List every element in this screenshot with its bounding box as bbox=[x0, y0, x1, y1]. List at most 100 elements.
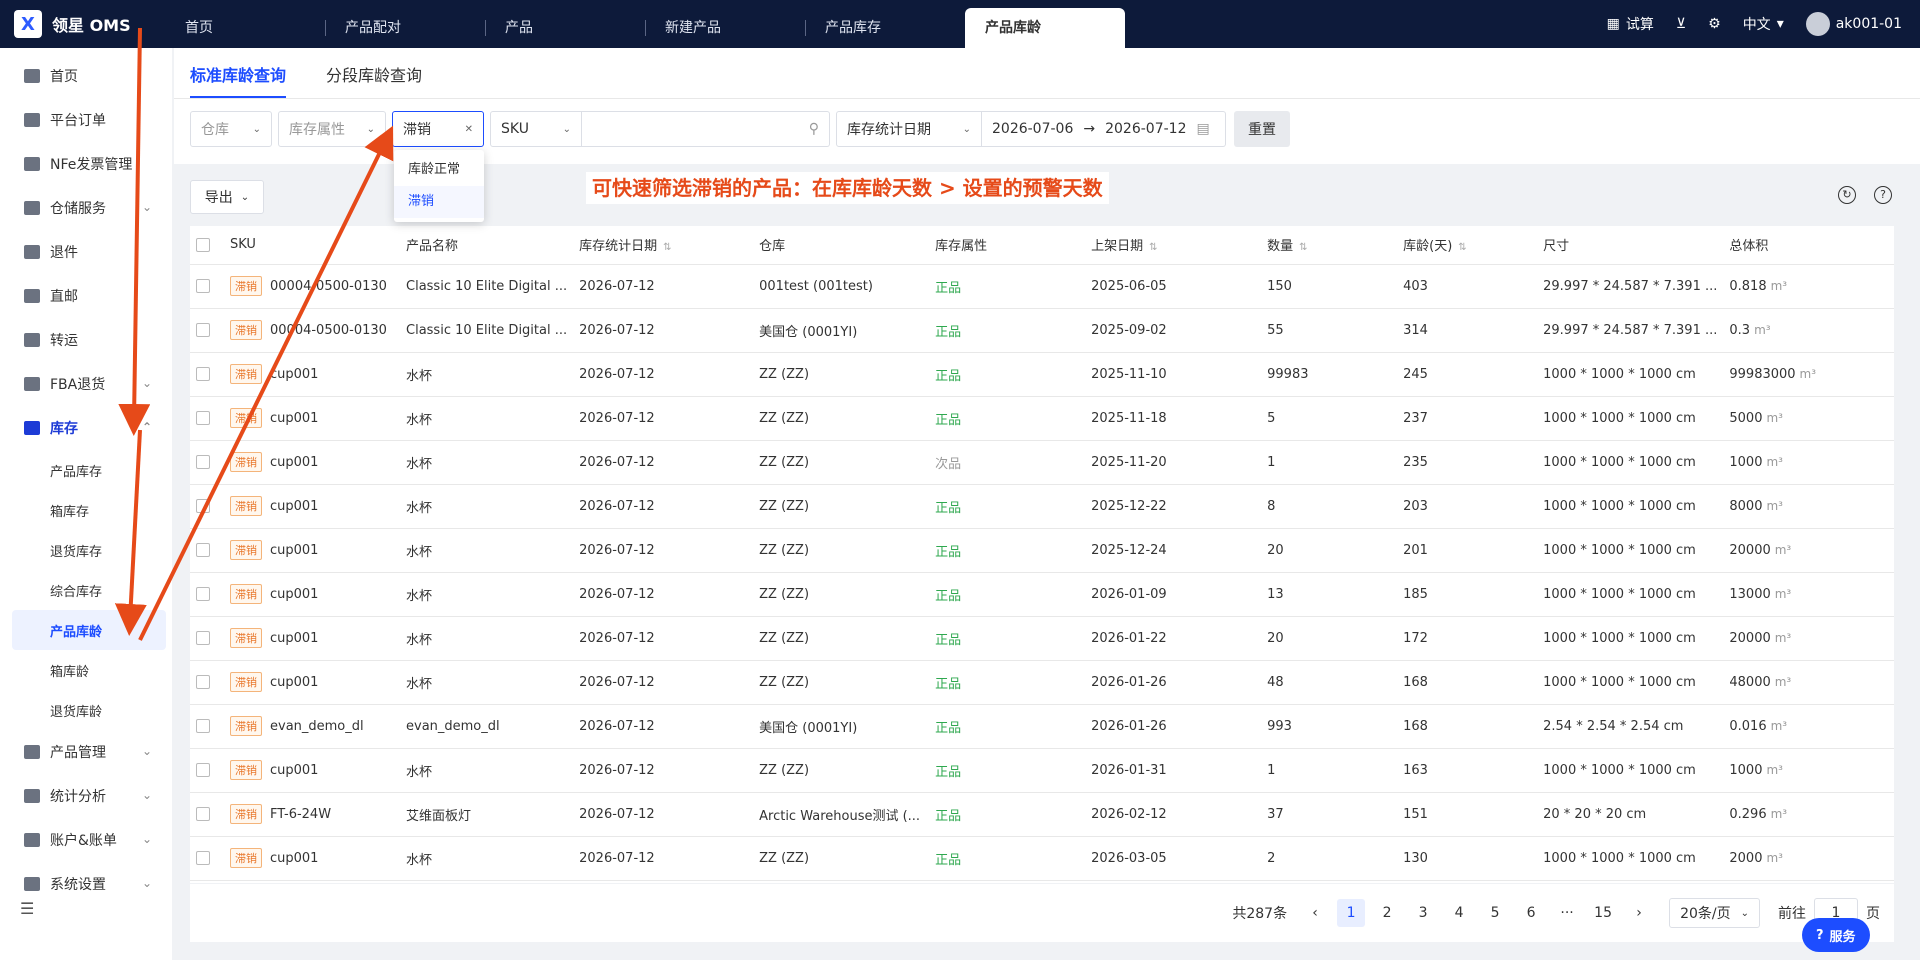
sidebar-sub-product-stock[interactable]: 产品库存 bbox=[0, 450, 172, 490]
tab-product[interactable]: 产品 bbox=[485, 8, 645, 48]
cell-quantity: 1 bbox=[1261, 748, 1398, 793]
search-icon[interactable]: ⚲ bbox=[809, 121, 819, 137]
tab-product-pairing[interactable]: 产品配对 bbox=[325, 8, 485, 48]
volume-unit: m³ bbox=[1774, 674, 1792, 689]
tab-product-aging[interactable]: 产品库龄 bbox=[965, 8, 1125, 48]
cell-quantity: 55 bbox=[1261, 308, 1398, 353]
warehouse-select[interactable]: 仓库 ⌄ bbox=[190, 111, 272, 147]
row-checkbox[interactable] bbox=[196, 323, 210, 337]
cell-age-days: 151 bbox=[1397, 792, 1538, 837]
sidebar-item-nfe-invoice[interactable]: NFe发票管理 bbox=[0, 142, 172, 186]
sidebar-item-transfer[interactable]: 转运 bbox=[0, 318, 172, 362]
tab-new-product[interactable]: 新建产品 bbox=[645, 8, 805, 48]
sidebar-item-accounts[interactable]: 账户&账单 ⌄ bbox=[0, 818, 172, 862]
sidebar-sub-product-aging[interactable]: 产品库龄 bbox=[12, 610, 166, 650]
page-4[interactable]: 4 bbox=[1445, 899, 1473, 927]
sidebar-item-fba-returns[interactable]: FBA退货 ⌄ bbox=[0, 362, 172, 406]
language-select[interactable]: 中文 ▾ bbox=[1743, 14, 1784, 34]
help-icon[interactable]: ? bbox=[1874, 186, 1892, 204]
row-checkbox[interactable] bbox=[196, 631, 210, 645]
sidebar-sub-combined-stock[interactable]: 综合库存 bbox=[0, 570, 172, 610]
stock-attr-select[interactable]: 库存属性 ⌄ bbox=[278, 111, 386, 147]
download-button[interactable]: ⊻ bbox=[1676, 16, 1686, 32]
menu-collapse-icon[interactable]: ☰ bbox=[20, 899, 34, 918]
date-type-select[interactable]: 库存统计日期 ⌄ bbox=[836, 111, 982, 147]
page-15[interactable]: 15 bbox=[1589, 899, 1617, 927]
aging-table: SKU 产品名称 库存统计日期 ⇅ 仓库 库存属性 上架日期 ⇅ 数量 ⇅ 库龄(天)… bbox=[190, 226, 1894, 883]
row-checkbox[interactable] bbox=[196, 807, 210, 821]
sidebar-item-warehouse-service[interactable]: 仓储服务 ⌄ bbox=[0, 186, 172, 230]
sku-type-select[interactable]: SKU ⌄ bbox=[490, 111, 582, 147]
page-3[interactable]: 3 bbox=[1409, 899, 1437, 927]
page-2[interactable]: 2 bbox=[1373, 899, 1401, 927]
arrow-right-icon: → bbox=[1083, 121, 1096, 137]
page-ellipsis[interactable]: ··· bbox=[1553, 899, 1581, 927]
cell-product-name: Classic 10 Elite Digital ... bbox=[400, 308, 574, 353]
row-checkbox[interactable] bbox=[196, 499, 210, 513]
export-button[interactable]: 导出 ⌄ bbox=[190, 180, 264, 214]
option-aging-normal[interactable]: 库龄正常 bbox=[394, 154, 484, 186]
clear-icon[interactable]: ✕ bbox=[465, 124, 473, 135]
service-button[interactable]: ? 服务 bbox=[1802, 918, 1870, 952]
page-size-select[interactable]: 20条/页 ⌄ bbox=[1669, 898, 1760, 928]
cell-warehouse: 美国仓 (0001YI) bbox=[753, 308, 930, 353]
col-quantity[interactable]: 数量 ⇅ bbox=[1261, 226, 1398, 265]
row-checkbox[interactable] bbox=[196, 279, 210, 293]
row-checkbox[interactable] bbox=[196, 455, 210, 469]
volume-unit: m³ bbox=[1766, 498, 1783, 513]
table-row: 滞销 cup001 水杯 2026-07-12 ZZ (ZZ) 正品 2026-01-31 1… bbox=[190, 748, 1894, 793]
sidebar-item-returns[interactable]: 退件 bbox=[0, 230, 172, 274]
cell-sku: 滞销 cup001 bbox=[224, 748, 400, 793]
reset-button[interactable]: 重置 bbox=[1234, 111, 1290, 147]
aging-status-select[interactable]: 滞销 ✕ bbox=[392, 111, 484, 147]
tab-segmented-aging[interactable]: 分段库龄查询 bbox=[326, 62, 422, 98]
tab-home[interactable]: 首页 bbox=[165, 8, 325, 48]
calc-button[interactable]: ▦ 试算 bbox=[1607, 14, 1654, 34]
col-stat-date[interactable]: 库存统计日期 ⇅ bbox=[573, 226, 754, 265]
option-slow-moving[interactable]: 滞销 bbox=[394, 186, 484, 218]
sidebar-item-product-management[interactable]: 产品管理 ⌄ bbox=[0, 730, 172, 774]
page-1[interactable]: 1 bbox=[1337, 899, 1366, 927]
cell-sku: 滞销 00004-0500-0130 bbox=[224, 264, 400, 309]
prev-page-button[interactable]: ‹ bbox=[1301, 899, 1329, 927]
user-menu[interactable]: ak001-01 bbox=[1805, 12, 1902, 36]
sidebar-sub-return-aging[interactable]: 退货库龄 bbox=[0, 690, 172, 730]
divider bbox=[174, 98, 1920, 99]
cell-sku: 滞销 cup001 bbox=[224, 528, 400, 573]
date-range-picker[interactable]: 2026-07-06 → 2026-07-12 ▤ bbox=[982, 111, 1226, 147]
cell-stat-date: 2026-07-12 bbox=[573, 440, 754, 485]
sidebar-sub-box-stock[interactable]: 箱库存 bbox=[0, 490, 172, 530]
page-5[interactable]: 5 bbox=[1481, 899, 1509, 927]
cell-total-volume: 99983000 m³ bbox=[1723, 352, 1894, 397]
row-checkbox[interactable] bbox=[196, 675, 210, 689]
table-row: 滞销 cup001 水杯 2026-07-12 ZZ (ZZ) 正品 2026-03-05 2… bbox=[190, 836, 1894, 881]
sidebar-item-home[interactable]: 首页 bbox=[0, 54, 172, 98]
refresh-icon[interactable]: ↻ bbox=[1838, 186, 1856, 204]
col-age-days[interactable]: 库龄(天) ⇅ bbox=[1397, 226, 1538, 265]
sidebar-item-platform-orders[interactable]: 平台订单 bbox=[0, 98, 172, 142]
row-checkbox[interactable] bbox=[196, 719, 210, 733]
sku-search-input[interactable]: ⚲ bbox=[582, 111, 830, 147]
row-checkbox[interactable] bbox=[196, 543, 210, 557]
col-shelf-date-label: 上架日期 bbox=[1091, 239, 1144, 255]
tab-product-stock[interactable]: 产品库存 bbox=[805, 8, 965, 48]
sidebar-sub-return-stock[interactable]: 退货库存 bbox=[0, 530, 172, 570]
tab-standard-aging[interactable]: 标准库龄查询 bbox=[190, 62, 287, 98]
row-checkbox[interactable] bbox=[196, 763, 210, 777]
next-page-button[interactable]: › bbox=[1625, 899, 1653, 927]
page-6[interactable]: 6 bbox=[1517, 899, 1545, 927]
settings-button[interactable]: ⚙ bbox=[1708, 16, 1721, 32]
sidebar-item-inventory[interactable]: 库存 ⌃ bbox=[0, 406, 172, 450]
brand-logo[interactable]: X 领星 OMS bbox=[14, 10, 131, 38]
row-checkbox[interactable] bbox=[196, 587, 210, 601]
row-checkbox[interactable] bbox=[196, 367, 210, 381]
row-checkbox[interactable] bbox=[196, 851, 210, 865]
volume-unit: m³ bbox=[1770, 278, 1788, 293]
sidebar-item-direct-mail[interactable]: 直邮 bbox=[0, 274, 172, 318]
sidebar-sub-box-aging[interactable]: 箱库龄 bbox=[0, 650, 172, 690]
row-checkbox[interactable] bbox=[196, 411, 210, 425]
sidebar-item-statistics[interactable]: 统计分析 ⌄ bbox=[0, 774, 172, 818]
col-shelf-date[interactable]: 上架日期 ⇅ bbox=[1085, 226, 1262, 265]
cell-stat-date: 2026-07-12 bbox=[573, 748, 754, 793]
select-all-checkbox[interactable] bbox=[196, 237, 210, 252]
